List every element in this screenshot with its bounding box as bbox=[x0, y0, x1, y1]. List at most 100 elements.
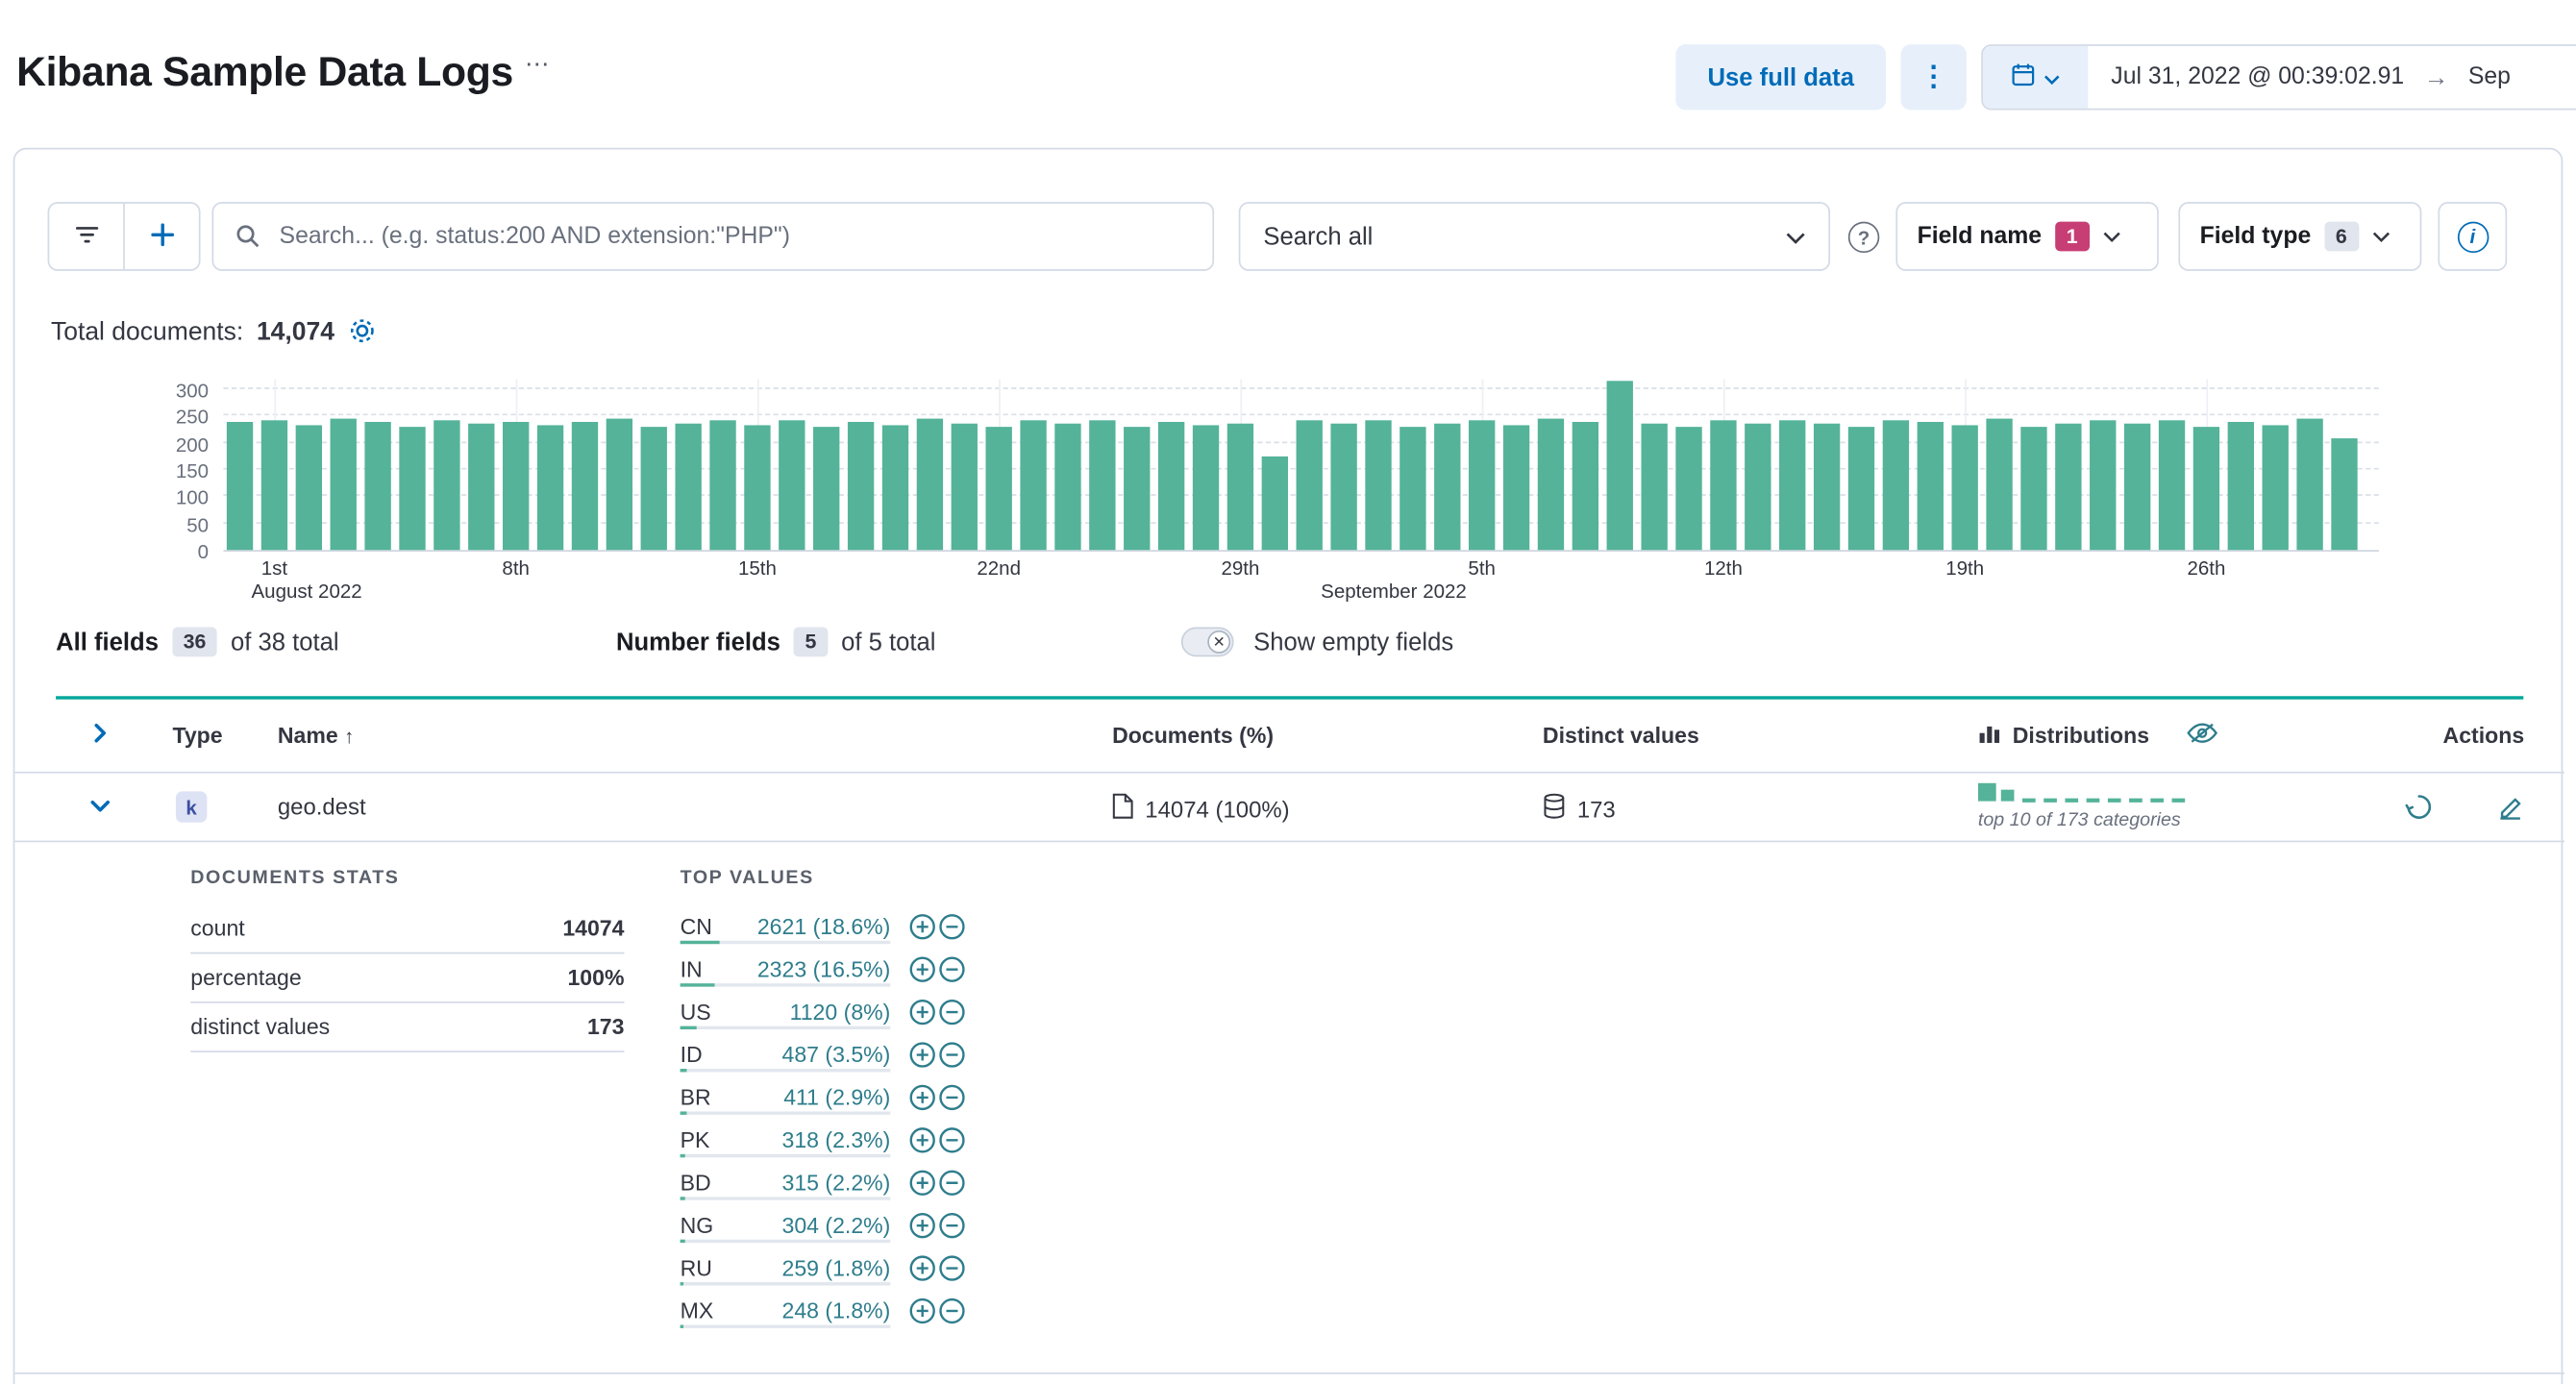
histogram-bar[interactable] bbox=[1813, 423, 1841, 551]
top-value-count[interactable]: 487 (3.5%) bbox=[781, 1042, 890, 1067]
histogram-bar[interactable] bbox=[2020, 427, 2047, 551]
histogram-bar[interactable] bbox=[1365, 420, 1392, 551]
histogram-bar[interactable] bbox=[2055, 423, 2082, 551]
histogram-bar[interactable] bbox=[1261, 456, 1288, 551]
histogram-bar[interactable] bbox=[1882, 420, 1910, 551]
histogram-bar[interactable] bbox=[260, 420, 288, 551]
help-icon[interactable]: ? bbox=[1847, 221, 1880, 254]
search-scope-select[interactable]: Search all bbox=[1238, 202, 1831, 271]
histogram-bar[interactable] bbox=[1675, 427, 1702, 551]
histogram-bar[interactable] bbox=[1089, 420, 1116, 551]
histogram-bar[interactable] bbox=[536, 425, 564, 551]
histogram-bar[interactable] bbox=[1054, 423, 1081, 551]
histogram-bar[interactable] bbox=[1502, 425, 1530, 551]
histogram-bar[interactable] bbox=[2331, 438, 2358, 551]
histogram-bar[interactable] bbox=[1020, 420, 1047, 551]
histogram-bar[interactable] bbox=[433, 420, 460, 551]
histogram-bar[interactable] bbox=[1986, 418, 2013, 551]
top-value-count[interactable]: 248 (1.8%) bbox=[781, 1298, 890, 1322]
histogram-bar[interactable] bbox=[1745, 423, 1771, 551]
histogram-bar[interactable] bbox=[881, 425, 909, 551]
histogram-bar[interactable] bbox=[606, 418, 633, 551]
histogram-bar[interactable] bbox=[2296, 418, 2323, 551]
histogram-bar[interactable] bbox=[571, 422, 599, 551]
histogram-bar[interactable] bbox=[1434, 423, 1461, 551]
top-value-count[interactable]: 2323 (16.5%) bbox=[757, 956, 891, 981]
filter-out-value-button[interactable] bbox=[936, 1210, 966, 1240]
histogram-bar[interactable] bbox=[1779, 420, 1806, 551]
top-value-count[interactable]: 318 (2.3%) bbox=[781, 1127, 890, 1152]
show-empty-fields-toggle[interactable]: ✕ bbox=[1180, 627, 1234, 657]
expand-all-button[interactable] bbox=[88, 722, 111, 750]
search-input[interactable] bbox=[211, 202, 1215, 271]
filter-for-value-button[interactable] bbox=[906, 911, 936, 941]
histogram-bar[interactable] bbox=[1124, 427, 1151, 551]
filter-for-value-button[interactable] bbox=[906, 1168, 936, 1198]
histogram-bar[interactable] bbox=[2192, 427, 2220, 551]
field-type-filter-button[interactable]: Field type 6 bbox=[2178, 202, 2422, 271]
histogram-bar[interactable] bbox=[640, 427, 667, 551]
histogram-bar[interactable] bbox=[1951, 425, 1978, 551]
hide-distributions-button[interactable] bbox=[2187, 721, 2218, 751]
filter-for-value-button[interactable] bbox=[906, 1252, 936, 1282]
end-date-button[interactable]: Sep bbox=[2468, 64, 2511, 90]
histogram-bar[interactable] bbox=[1572, 422, 1599, 551]
histogram-bar[interactable] bbox=[2158, 420, 2186, 551]
histogram-bar[interactable] bbox=[330, 418, 357, 551]
histogram-bar[interactable] bbox=[2090, 420, 2117, 551]
filter-for-value-button[interactable] bbox=[906, 1039, 936, 1069]
histogram-bar[interactable] bbox=[1296, 420, 1323, 551]
more-options-button[interactable]: ⋮ bbox=[1900, 44, 1967, 111]
histogram-bar[interactable] bbox=[468, 423, 495, 551]
filter-out-value-button[interactable] bbox=[936, 1039, 966, 1069]
histogram-bar[interactable] bbox=[709, 420, 736, 551]
histogram-bar[interactable] bbox=[399, 427, 426, 551]
col-type[interactable]: Type bbox=[172, 723, 222, 748]
histogram-bar[interactable] bbox=[1710, 420, 1737, 551]
top-value-count[interactable]: 411 (2.9%) bbox=[783, 1084, 890, 1109]
filter-out-value-button[interactable] bbox=[936, 1124, 966, 1154]
filter-for-value-button[interactable] bbox=[906, 1082, 936, 1112]
settings-button[interactable] bbox=[348, 317, 376, 350]
filter-out-value-button[interactable] bbox=[936, 997, 966, 1026]
histogram-bar[interactable] bbox=[1157, 422, 1185, 551]
histogram-bar[interactable] bbox=[364, 422, 391, 551]
histogram-bar[interactable] bbox=[1917, 422, 1944, 551]
filter-for-value-button[interactable] bbox=[906, 1210, 936, 1240]
filter-out-value-button[interactable] bbox=[936, 1082, 966, 1112]
info-button[interactable]: i bbox=[2438, 202, 2508, 271]
filter-fields-button[interactable] bbox=[49, 203, 125, 270]
filter-out-value-button[interactable] bbox=[936, 1168, 966, 1198]
histogram-bar[interactable] bbox=[916, 418, 944, 551]
histogram-bar[interactable] bbox=[1330, 423, 1357, 551]
col-distributions[interactable]: Distributions bbox=[1978, 722, 2149, 750]
edit-field-icon[interactable] bbox=[2497, 794, 2523, 825]
histogram-bar[interactable] bbox=[1192, 425, 1220, 551]
histogram-bar[interactable] bbox=[2123, 423, 2151, 551]
histogram-bar[interactable] bbox=[1537, 418, 1565, 551]
field-name-filter-button[interactable]: Field name 1 bbox=[1895, 202, 2159, 271]
histogram-bar[interactable] bbox=[813, 427, 840, 551]
histogram-bar[interactable] bbox=[1469, 420, 1496, 551]
col-documents[interactable]: Documents (%) bbox=[1112, 723, 1274, 748]
histogram-bar[interactable] bbox=[226, 422, 254, 551]
histogram-bar[interactable] bbox=[2227, 422, 2254, 551]
top-value-count[interactable]: 1120 (8%) bbox=[790, 999, 891, 1024]
filter-for-value-button[interactable] bbox=[906, 1124, 936, 1154]
histogram-bar[interactable] bbox=[744, 425, 771, 551]
top-value-count[interactable]: 304 (2.2%) bbox=[781, 1212, 890, 1237]
filter-for-value-button[interactable] bbox=[906, 997, 936, 1026]
collapse-row-button[interactable] bbox=[88, 795, 111, 823]
histogram-bar[interactable] bbox=[1399, 427, 1426, 551]
histogram-bar[interactable] bbox=[779, 420, 805, 551]
histogram-bar[interactable] bbox=[2262, 425, 2289, 551]
histogram-bar[interactable] bbox=[503, 422, 530, 551]
filter-out-value-button[interactable] bbox=[936, 1252, 966, 1282]
col-distinct-values[interactable]: Distinct values bbox=[1543, 723, 1699, 748]
date-picker-menu-button[interactable] bbox=[1982, 45, 2089, 109]
top-value-count[interactable]: 2621 (18.6%) bbox=[757, 914, 891, 939]
histogram-bar[interactable] bbox=[1641, 423, 1668, 551]
number-fields-tab[interactable]: Number fields 5 of 5 total bbox=[616, 622, 935, 661]
histogram-bar[interactable] bbox=[675, 423, 702, 551]
filter-for-value-button[interactable] bbox=[906, 953, 936, 983]
